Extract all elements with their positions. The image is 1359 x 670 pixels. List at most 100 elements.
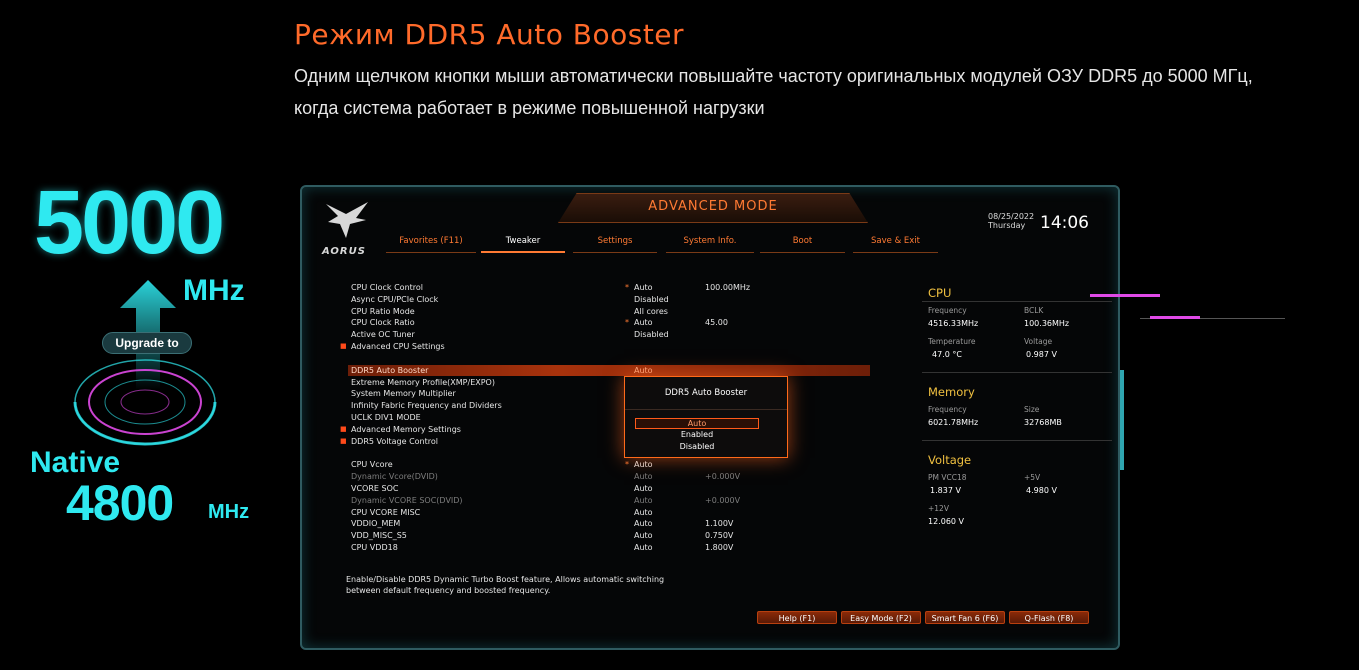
setting-label: Advanced CPU Settings	[351, 341, 445, 351]
page-title: Режим DDR5 Auto Booster	[294, 18, 685, 51]
setting-value: Auto	[634, 507, 653, 517]
date-value: 08/25/2022	[988, 212, 1035, 221]
tab-settings[interactable]: Settings	[573, 236, 657, 253]
cpu-bclk-label: BCLK	[1024, 306, 1044, 315]
plus12v-label: +12V	[928, 504, 949, 513]
setting-cpu-ratio-mode[interactable]: CPU Ratio Mode All cores	[340, 306, 880, 318]
help-line: between default frequency and boosted fr…	[346, 586, 551, 595]
day-value: Thursday	[988, 221, 1026, 230]
cpu-frequency-value: 4516.33MHz	[928, 319, 979, 328]
help-button[interactable]: Help (F1)	[757, 611, 837, 624]
setting-advanced-cpu-settings[interactable]: ■ Advanced CPU Settings	[340, 341, 880, 353]
setting-cpu-vcore-misc[interactable]: CPU VCORE MISC Auto	[340, 507, 880, 519]
setting-value: Auto	[634, 283, 653, 292]
setting-cpu-vcore[interactable]: CPU Vcore * Auto	[340, 459, 880, 471]
setting-ddr5-voltage-control[interactable]: ■ DDR5 Voltage Control	[340, 436, 880, 448]
q-flash-button[interactable]: Q-Flash (F8)	[1009, 611, 1089, 624]
setting-label: Active OC Tuner	[351, 330, 415, 340]
easy-mode-button[interactable]: Easy Mode (F2)	[841, 611, 921, 624]
setting-label: CPU Clock Control	[351, 283, 424, 292]
setting-cpu-clock-control[interactable]: CPU Clock Control * Auto 100.00MHz	[340, 282, 880, 294]
tab-favorites[interactable]: Favorites (F11)	[386, 236, 476, 253]
popup-option-enabled[interactable]: Enabled	[635, 430, 759, 441]
cpu-temperature-label: Temperature	[928, 337, 976, 346]
cpu-frequency-label: Frequency	[928, 306, 967, 315]
setting-label: CPU Clock Ratio	[351, 318, 415, 328]
setting-value-extra: 1.100V	[705, 519, 734, 529]
setting-value-extra: 45.00	[705, 318, 728, 328]
memory-section-title: Memory	[928, 385, 975, 399]
setting-vcore-soc[interactable]: VCORE SOC Auto	[340, 483, 880, 495]
upgraded-frequency: 5000	[34, 173, 225, 273]
setting-label: UCLK DIV1 MODE	[351, 412, 421, 422]
decor-line	[1120, 370, 1124, 470]
setting-label: Infinity Fabric Frequency and Dividers	[351, 401, 502, 411]
setting-value: Auto	[634, 531, 653, 541]
tab-save-exit[interactable]: Save & Exit	[853, 236, 938, 253]
setting-label: DDR5 Voltage Control	[351, 436, 438, 446]
setting-label: Async CPU/PCIe Clock	[351, 294, 439, 304]
setting-vdd-misc-s5[interactable]: VDD_MISC_S5 Auto 0.750V	[340, 530, 880, 542]
tab-tweaker[interactable]: Tweaker	[481, 236, 565, 253]
setting-label: Dynamic VCORE SOC(DVID)	[351, 495, 463, 505]
popup-title: DDR5 Auto Booster	[664, 388, 748, 398]
popup-option-disabled[interactable]: Disabled	[635, 442, 759, 453]
modified-marker: *	[625, 460, 629, 470]
memory-frequency-value: 6021.78MHz	[928, 418, 979, 427]
settings-list: CPU Clock Control * Auto 100.00MHz Async…	[340, 282, 880, 554]
advanced-mode-title: ADVANCED MODE	[648, 199, 778, 214]
setting-uclk-div1-mode[interactable]: UCLK DIV1 MODE	[340, 412, 880, 424]
native-frequency: 4800	[66, 475, 174, 531]
setting-value-extra: +0.000V	[705, 495, 741, 505]
upgrade-to-badge: Upgrade to	[102, 332, 192, 354]
setting-advanced-memory-settings[interactable]: ■ Advanced Memory Settings	[340, 424, 880, 436]
setting-label: CPU Ratio Mode	[351, 306, 415, 316]
memory-size-value: 32768MB	[1024, 418, 1062, 427]
submenu-bullet-icon: ■	[340, 341, 347, 350]
cpu-section-title: CPU	[928, 286, 952, 300]
cpu-voltage-value: 0.987 V	[1026, 350, 1057, 359]
plus5v-label: +5V	[1024, 473, 1041, 482]
page-description: Одним щелчком кнопки мыши автоматически …	[294, 66, 1253, 118]
setting-ddr5-auto-booster[interactable]: DDR5 Auto Booster Auto	[340, 364, 880, 377]
setting-value-extra: 0.750V	[705, 531, 734, 541]
date-display: 08/25/2022 Thursday	[988, 212, 1034, 230]
tab-boot[interactable]: Boot	[760, 236, 845, 253]
setting-value: Disabled	[634, 330, 669, 340]
setting-system-memory-multiplier[interactable]: System Memory Multiplier	[340, 388, 880, 400]
setting-cpu-vdd18[interactable]: CPU VDD18 Auto 1.800V	[340, 542, 880, 554]
setting-label: VCORE SOC	[351, 483, 399, 493]
native-unit: MHz	[208, 501, 250, 523]
divider	[922, 301, 1112, 302]
cpu-temperature-value: 47.0 °C	[932, 350, 962, 359]
setting-label: VDD_MISC_S5	[351, 531, 407, 541]
time-display: 14:06	[1040, 213, 1089, 233]
setting-value: All cores	[634, 306, 668, 316]
setting-async-cpu-pcie-clock[interactable]: Async CPU/PCIe Clock Disabled	[340, 294, 880, 306]
tab-system-info[interactable]: System Info.	[666, 236, 754, 253]
setting-value: Auto	[634, 318, 653, 328]
setting-value: Auto	[634, 495, 653, 505]
cpu-bclk-value: 100.36MHz	[1024, 319, 1070, 328]
setting-label: System Memory Multiplier	[351, 389, 456, 399]
help-description: Enable/Disable DDR5 Dynamic Turbo Boost …	[346, 574, 746, 596]
setting-active-oc-tuner[interactable]: Active OC Tuner Disabled	[340, 329, 880, 341]
smart-fan-button[interactable]: Smart Fan 6 (F6)	[925, 611, 1005, 624]
voltage-section-title: Voltage	[928, 453, 972, 467]
decor-line	[1090, 294, 1160, 297]
setting-value-extra: 1.800V	[705, 542, 734, 552]
setting-dynamic-vcore[interactable]: Dynamic Vcore(DVID) Auto +0.000V	[340, 471, 880, 483]
setting-label: CPU VCORE MISC	[351, 507, 421, 517]
setting-infinity-fabric[interactable]: Infinity Fabric Frequency and Dividers	[340, 400, 880, 412]
memory-size-label: Size	[1024, 405, 1040, 414]
setting-extreme-memory-profile[interactable]: Extreme Memory Profile(XMP/EXPO)	[340, 377, 880, 389]
setting-value: Auto	[634, 472, 653, 482]
setting-label: VDDIO_MEM	[351, 519, 401, 529]
setting-dynamic-vcore-soc[interactable]: Dynamic VCORE SOC(DVID) Auto +0.000V	[340, 495, 880, 507]
setting-cpu-clock-ratio[interactable]: CPU Clock Ratio * Auto 45.00	[340, 317, 880, 329]
divider	[922, 372, 1112, 373]
popup-option-auto[interactable]: Auto	[635, 418, 759, 429]
setting-vddio-mem[interactable]: VDDIO_MEM Auto 1.100V	[340, 518, 880, 530]
submenu-bullet-icon: ■	[340, 436, 347, 445]
